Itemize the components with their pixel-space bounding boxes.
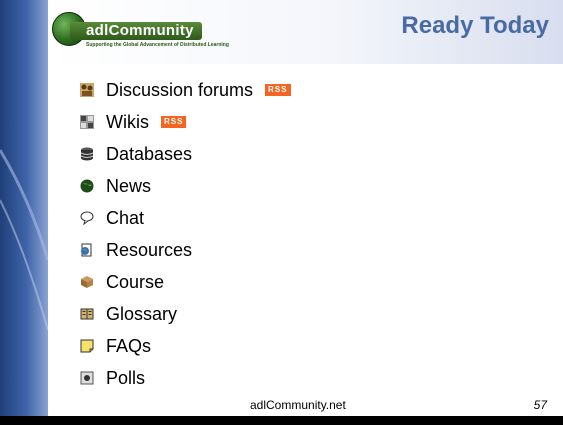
list-item-label: Polls (106, 367, 146, 388)
list-item: Resources (80, 234, 291, 266)
feature-list: Discussion forums RSS Wikis RSS Database… (80, 74, 291, 394)
list-item-label: Databases (106, 143, 193, 164)
left-decor-band (0, 0, 48, 416)
list-item-label: Wikis (106, 111, 149, 132)
band-swoosh (0, 149, 48, 331)
course-box-icon (80, 275, 94, 289)
list-item-label: Discussion forums (106, 79, 254, 100)
list-item: Course (80, 266, 291, 298)
list-item: Discussion forums RSS (80, 74, 291, 106)
slide: adlCommunity Supporting the Global Advan… (0, 0, 563, 416)
forum-icon (80, 83, 94, 97)
list-item-label: News (106, 175, 152, 196)
chat-icon (80, 211, 94, 226)
list-item: News (80, 170, 291, 202)
footer-site: adlCommunity.net (250, 398, 346, 412)
list-item: Wikis RSS (80, 106, 291, 138)
list-item: FAQs (80, 330, 291, 362)
list-item-label: Resources (106, 239, 193, 260)
resource-icon (80, 243, 94, 257)
logo-tagline: Supporting the Global Advancement of Dis… (86, 42, 229, 48)
list-item: Chat (80, 202, 291, 234)
wiki-icon (80, 115, 94, 129)
list-item-label: Glossary (106, 303, 178, 324)
page-number: 57 (533, 398, 547, 412)
database-icon (80, 147, 94, 161)
glossary-book-icon (80, 307, 94, 321)
faq-note-icon (80, 339, 94, 353)
logo-text: adlCommunity (70, 22, 202, 40)
rss-badge[interactable]: RSS (161, 116, 187, 128)
list-item-label: Course (106, 271, 165, 292)
rss-badge[interactable]: RSS (265, 84, 291, 96)
list-item-label: FAQs (106, 335, 152, 356)
list-item: Databases (80, 138, 291, 170)
list-item-label: Chat (106, 207, 145, 228)
logo: adlCommunity Supporting the Global Advan… (52, 10, 252, 54)
list-item: Polls (80, 362, 291, 394)
poll-icon (80, 371, 94, 385)
globe-icon (80, 179, 94, 193)
list-item: Glossary (80, 298, 291, 330)
slide-title: Ready Today (401, 12, 549, 39)
